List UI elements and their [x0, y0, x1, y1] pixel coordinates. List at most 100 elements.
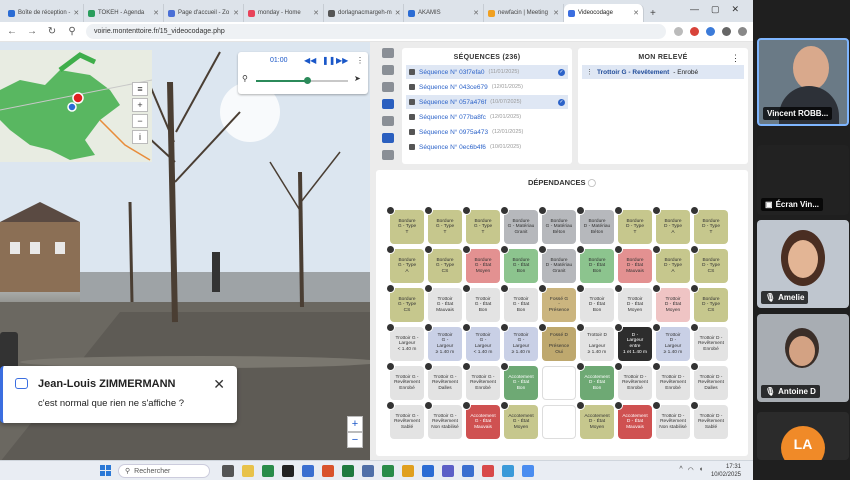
- view-zoom-in-button[interactable]: +: [347, 416, 363, 432]
- dependance-tile[interactable]: Accotement D - État Mauvais: [614, 401, 652, 439]
- tile-toggle-icon[interactable]: [500, 245, 509, 254]
- info-icon[interactable]: i: [132, 130, 148, 144]
- tile-toggle-icon[interactable]: [652, 362, 661, 371]
- tile-toggle-icon[interactable]: [576, 323, 585, 332]
- dependance-tile[interactable]: Bordure G - Type T: [424, 206, 462, 244]
- tile-toggle-icon[interactable]: [652, 323, 661, 332]
- folder-icon[interactable]: [242, 465, 254, 477]
- app-icon[interactable]: [342, 465, 354, 477]
- close-tab-icon[interactable]: ✕: [313, 9, 319, 17]
- chrome-icon[interactable]: [522, 465, 534, 477]
- sequence-item[interactable]: Séquence N° 043ce679 (12/01/2025): [406, 80, 568, 94]
- toggle-icon[interactable]: ◯: [588, 178, 596, 187]
- tile-toggle-icon[interactable]: [614, 323, 623, 332]
- tile-toggle-icon[interactable]: [386, 206, 395, 215]
- app-icon[interactable]: [262, 465, 274, 477]
- participant-tile[interactable]: ▣ Écran Vin...: [757, 145, 849, 215]
- tile-toggle-icon[interactable]: [500, 323, 509, 332]
- clock[interactable]: 17:31 10/02/2025: [711, 463, 741, 479]
- dependance-tile[interactable]: Bordure G - Type A: [386, 245, 424, 283]
- tile-toggle-icon[interactable]: [614, 362, 623, 371]
- dependance-tile[interactable]: Bordure G - Type T: [386, 206, 424, 244]
- more-icon[interactable]: ⋮: [731, 53, 740, 64]
- tile-toggle-icon[interactable]: [576, 206, 585, 215]
- close-tab-icon[interactable]: ✕: [153, 9, 159, 17]
- flag-icon[interactable]: [382, 99, 394, 109]
- taskbar-search[interactable]: ⚲ Rechercher: [118, 464, 210, 478]
- app-icon[interactable]: [402, 465, 414, 477]
- close-tab-icon[interactable]: ✕: [633, 9, 639, 17]
- dependance-tile[interactable]: Trottoir G - Largeur ≥ 1.40 m: [424, 323, 462, 361]
- tile-toggle-icon[interactable]: [500, 362, 509, 371]
- zoom-out-icon[interactable]: −: [132, 114, 148, 128]
- tile-toggle-icon[interactable]: [690, 206, 699, 215]
- dependance-tile[interactable]: Accotement G - État Moyen: [500, 401, 538, 439]
- dependance-tile[interactable]: D - Largeur entre 1 et 1.40 m: [614, 323, 652, 361]
- rewind-icon[interactable]: ◀◀: [304, 56, 316, 65]
- settings-icon[interactable]: [382, 150, 394, 160]
- tile-toggle-icon[interactable]: [652, 206, 661, 215]
- dependance-tile[interactable]: Trottoir G - Revêtement Enrobé: [386, 362, 424, 400]
- reload-icon[interactable]: ↻: [46, 26, 58, 37]
- teams-icon[interactable]: [442, 465, 454, 477]
- tile-toggle-icon[interactable]: [538, 245, 547, 254]
- dependance-tile[interactable]: Bordure G - État Bon: [500, 245, 538, 283]
- fast-forward-icon[interactable]: ▶▶: [336, 56, 348, 65]
- dependance-tile[interactable]: Trottoir G - Largeur < 1.40 m: [462, 323, 500, 361]
- tile-toggle-icon[interactable]: [386, 323, 395, 332]
- close-tab-icon[interactable]: ✕: [473, 9, 479, 17]
- participant-tile[interactable]: Vincent ROBB...: [757, 38, 849, 126]
- windows-start-icon[interactable]: [100, 465, 111, 476]
- tile-toggle-icon[interactable]: [538, 284, 547, 293]
- camera-icon[interactable]: [382, 65, 394, 75]
- tile-toggle-icon[interactable]: [576, 401, 585, 410]
- tile-toggle-icon[interactable]: [538, 206, 547, 215]
- back-icon[interactable]: ←: [6, 26, 18, 37]
- app-icon[interactable]: [302, 465, 314, 477]
- dependance-tile[interactable]: Bordure D - Type CS: [690, 245, 728, 283]
- tile-toggle-icon[interactable]: [614, 284, 623, 293]
- tile-toggle-icon[interactable]: [652, 284, 661, 293]
- close-window-icon[interactable]: ✕: [732, 4, 740, 15]
- dependance-tile[interactable]: Bordure G - Type CS: [386, 284, 424, 322]
- layers-icon[interactable]: ≡: [132, 82, 148, 96]
- dependance-tile[interactable]: Trottoir D - Largeur ≥ 1.40 m: [576, 323, 614, 361]
- navigate-icon[interactable]: ➤: [354, 74, 361, 83]
- dependance-tile[interactable]: Trottoir D - État Moyen: [652, 284, 690, 322]
- app-icon[interactable]: [462, 465, 474, 477]
- browser-tab[interactable]: monday - Home ✕: [244, 4, 324, 22]
- tile-toggle-icon[interactable]: [462, 323, 471, 332]
- tile-toggle-icon[interactable]: [538, 323, 547, 332]
- dependance-tile[interactable]: Trottoir G - Revêtement Sablé: [386, 401, 424, 439]
- tile-toggle-icon[interactable]: [462, 284, 471, 293]
- tile-toggle-icon[interactable]: [614, 401, 623, 410]
- tile-toggle-icon[interactable]: [500, 206, 509, 215]
- dependance-tile[interactable]: Trottoir G - État Mauvais: [424, 284, 462, 322]
- browser-tab[interactable]: Page d'accueil - Zo ✕: [164, 4, 244, 22]
- mini-map[interactable]: [0, 50, 153, 162]
- tile-toggle-icon[interactable]: [652, 401, 661, 410]
- dependance-tile[interactable]: Accotement G - État Bon: [500, 362, 538, 400]
- tile-toggle-icon[interactable]: [576, 284, 585, 293]
- dependance-tile[interactable]: Bordure G - Type CS: [424, 245, 462, 283]
- chat-notification[interactable]: Jean-Louis ZIMMERMANN c'est normal que r…: [0, 366, 237, 423]
- dependance-tile[interactable]: Bordure G - Matériau Béton: [538, 206, 576, 244]
- dependance-tile[interactable]: Trottoir D - État Moyen: [614, 284, 652, 322]
- tile-toggle-icon[interactable]: [386, 401, 395, 410]
- view-zoom-out-button[interactable]: −: [347, 432, 363, 448]
- dependance-tile[interactable]: Bordure D - Type CS: [690, 284, 728, 322]
- tile-toggle-icon[interactable]: [690, 362, 699, 371]
- tile-toggle-icon[interactable]: [462, 362, 471, 371]
- tile-toggle-icon[interactable]: [576, 362, 585, 371]
- dependance-tile[interactable]: Trottoir D - État Bon: [576, 284, 614, 322]
- dependance-tile[interactable]: Bordure D - État Mauvais: [614, 245, 652, 283]
- dependance-tile[interactable]: Bordure G - Matériau Granit: [500, 206, 538, 244]
- browser-tab[interactable]: Boîte de réception - ✕: [4, 4, 84, 22]
- dependance-tile[interactable]: Bordure D - Matériau Béton: [576, 206, 614, 244]
- dependance-tile[interactable]: Trottoir D - Revêtement Non stabilisé: [652, 401, 690, 439]
- dependance-tile[interactable]: Bordure G - État Moyen: [462, 245, 500, 283]
- more-icon[interactable]: ⋮: [356, 56, 364, 65]
- app-icon[interactable]: [422, 465, 434, 477]
- close-icon[interactable]: ✕: [213, 376, 225, 393]
- extension-icon[interactable]: [690, 27, 699, 36]
